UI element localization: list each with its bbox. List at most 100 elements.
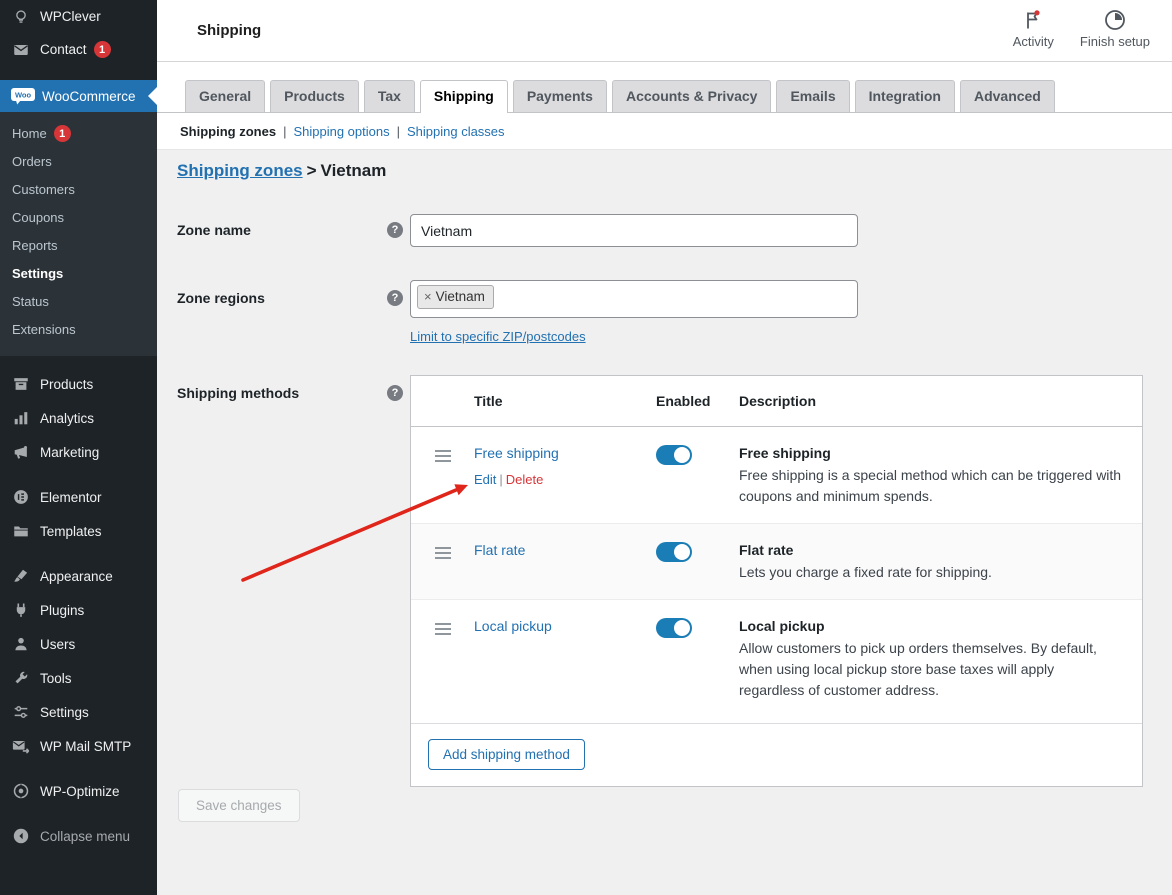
- sidebar-item-plugins[interactable]: Plugins: [0, 593, 157, 627]
- zone-regions-label: Zone regions: [177, 290, 265, 306]
- sidebar-item-elementor[interactable]: Elementor: [0, 480, 157, 514]
- toggle-knob: [674, 447, 690, 463]
- region-chip-label: Vietnam: [436, 289, 485, 304]
- column-header-title: Title: [474, 393, 656, 409]
- sidebar-item-products[interactable]: Products: [0, 367, 157, 401]
- sidebar-item-wpclever[interactable]: WPClever: [0, 0, 157, 33]
- sidebar-item-extensions[interactable]: Extensions: [0, 316, 157, 344]
- folder-icon: [10, 521, 32, 541]
- drag-handle-icon[interactable]: [435, 623, 451, 635]
- sidebar-item-label: Reports: [12, 238, 58, 253]
- header-action-activity[interactable]: Activity: [1013, 8, 1054, 49]
- method-title-link[interactable]: Free shipping: [474, 445, 559, 461]
- sidebar-item-label: Settings: [40, 705, 89, 720]
- sidebar-item-label: Extensions: [12, 322, 76, 337]
- shipping-methods-label: Shipping methods: [177, 385, 299, 401]
- sidebar-item-label: Templates: [40, 524, 102, 539]
- save-changes-button[interactable]: Save changes: [178, 789, 300, 822]
- enabled-toggle[interactable]: [656, 618, 692, 638]
- sidebar-item-reports[interactable]: Reports: [0, 232, 157, 260]
- sidebar-menu-groups: ProductsAnalyticsMarketing Elementor Templ…: [0, 367, 157, 853]
- tab-emails[interactable]: Emails: [776, 80, 849, 112]
- tab-general[interactable]: General: [185, 80, 265, 112]
- page-title: Shipping: [197, 22, 261, 39]
- table-row-free-shipping: Free shipping Edit|Delete Free shipping …: [411, 427, 1142, 524]
- sidebar-item-woocommerce[interactable]: Woo WooCommerce: [0, 80, 157, 112]
- sidebar-item-settings[interactable]: Settings: [0, 260, 157, 288]
- mail-arrow-icon: [10, 736, 32, 756]
- lightbulb-icon: [10, 7, 32, 27]
- sidebar-item-coupons[interactable]: Coupons: [0, 204, 157, 232]
- tab-products[interactable]: Products: [270, 80, 359, 112]
- subnav-shipping-zones[interactable]: Shipping zones: [180, 124, 276, 139]
- table-row-local-pickup: Local pickup Local pickup Allow customer…: [411, 600, 1142, 723]
- sidebar-item-wp-mail-smtp[interactable]: WP Mail SMTP: [0, 729, 157, 763]
- sidebar-menu-group: Elementor Templates: [0, 480, 157, 548]
- header-action-finish-setup[interactable]: Finish setup: [1080, 8, 1150, 49]
- tab-integration[interactable]: Integration: [855, 80, 955, 112]
- header-bar: Shipping Activity Finish setup: [157, 0, 1172, 62]
- subnav-separator: |: [390, 124, 407, 139]
- bar-chart-icon: [10, 408, 32, 428]
- sidebar-item-label: WP-Optimize: [40, 784, 120, 799]
- settings-tabs: GeneralProductsTaxShippingPaymentsAccoun…: [157, 62, 1172, 113]
- sidebar-top-items: WPCleverContact1: [0, 0, 157, 66]
- sidebar-item-home[interactable]: Home1: [0, 120, 157, 148]
- edit-link[interactable]: Edit: [474, 472, 496, 487]
- drag-handle-icon[interactable]: [435, 450, 451, 462]
- tab-payments[interactable]: Payments: [513, 80, 607, 112]
- enabled-toggle[interactable]: [656, 542, 692, 562]
- sidebar-item-appearance[interactable]: Appearance: [0, 559, 157, 593]
- shipping-methods-help-icon[interactable]: ?: [387, 385, 403, 401]
- zone-name-help-icon[interactable]: ?: [387, 222, 403, 238]
- shipping-subnav: Shipping zones|Shipping options|Shipping…: [157, 113, 1172, 139]
- products-box-icon: [10, 374, 32, 394]
- sidebar-item-customers[interactable]: Customers: [0, 176, 157, 204]
- enabled-toggle[interactable]: [656, 445, 692, 465]
- tab-shipping[interactable]: Shipping: [420, 80, 508, 113]
- method-title-link[interactable]: Flat rate: [474, 542, 525, 558]
- method-title-link[interactable]: Local pickup: [474, 618, 552, 634]
- sidebar-item-analytics[interactable]: Analytics: [0, 401, 157, 435]
- sidebar-item-templates[interactable]: Templates: [0, 514, 157, 548]
- plug-icon: [10, 600, 32, 620]
- subnav-shipping-options[interactable]: Shipping options: [293, 124, 389, 139]
- limit-postcodes-link[interactable]: Limit to specific ZIP/postcodes: [410, 329, 586, 344]
- sidebar-item-orders[interactable]: Orders: [0, 148, 157, 176]
- sidebar-item-users[interactable]: Users: [0, 627, 157, 661]
- zone-regions-input[interactable]: × Vietnam: [410, 280, 858, 318]
- zone-regions-help-icon[interactable]: ?: [387, 290, 403, 306]
- breadcrumb-shipping-zones-link[interactable]: Shipping zones: [177, 161, 303, 180]
- breadcrumb-current: Vietnam: [321, 161, 387, 180]
- admin-sidebar: WPCleverContact1 Woo WooCommerce Home1Or…: [0, 0, 157, 895]
- tab-advanced[interactable]: Advanced: [960, 80, 1055, 112]
- sidebar-item-label: Coupons: [12, 210, 64, 225]
- drag-handle-icon[interactable]: [435, 547, 451, 559]
- flag-notification-icon: [1021, 8, 1045, 32]
- sidebar-item-settings[interactable]: Settings: [0, 695, 157, 729]
- zone-name-input[interactable]: [410, 214, 858, 247]
- sidebar-item-marketing[interactable]: Marketing: [0, 435, 157, 469]
- delete-link[interactable]: Delete: [506, 472, 544, 487]
- sidebar-item-status[interactable]: Status: [0, 288, 157, 316]
- sidebar-item-wp-optimize[interactable]: WP-Optimize: [0, 774, 157, 808]
- sidebar-item-label: Customers: [12, 182, 75, 197]
- tab-accounts-privacy[interactable]: Accounts & Privacy: [612, 80, 772, 112]
- tab-tax[interactable]: Tax: [364, 80, 415, 112]
- add-shipping-method-button[interactable]: Add shipping method: [428, 739, 585, 770]
- region-chip-vietnam: × Vietnam: [417, 285, 494, 309]
- method-description-text: Lets you charge a fixed rate for shippin…: [739, 562, 1122, 583]
- zone-name-label: Zone name: [177, 222, 251, 238]
- paintbrush-icon: [10, 566, 32, 586]
- sidebar-item-collapse-menu[interactable]: Collapse menu: [0, 819, 157, 853]
- progress-pie-icon: [1103, 8, 1127, 32]
- sidebar-item-contact[interactable]: Contact1: [0, 33, 157, 66]
- subnav-shipping-classes[interactable]: Shipping classes: [407, 124, 505, 139]
- sidebar-item-tools[interactable]: Tools: [0, 661, 157, 695]
- remove-region-icon[interactable]: ×: [424, 289, 432, 304]
- megaphone-icon: [10, 442, 32, 462]
- notification-badge: 1: [94, 41, 111, 58]
- sidebar-item-label: Settings: [12, 266, 63, 281]
- method-description-title: Local pickup: [739, 618, 1122, 634]
- toggle-knob: [674, 620, 690, 636]
